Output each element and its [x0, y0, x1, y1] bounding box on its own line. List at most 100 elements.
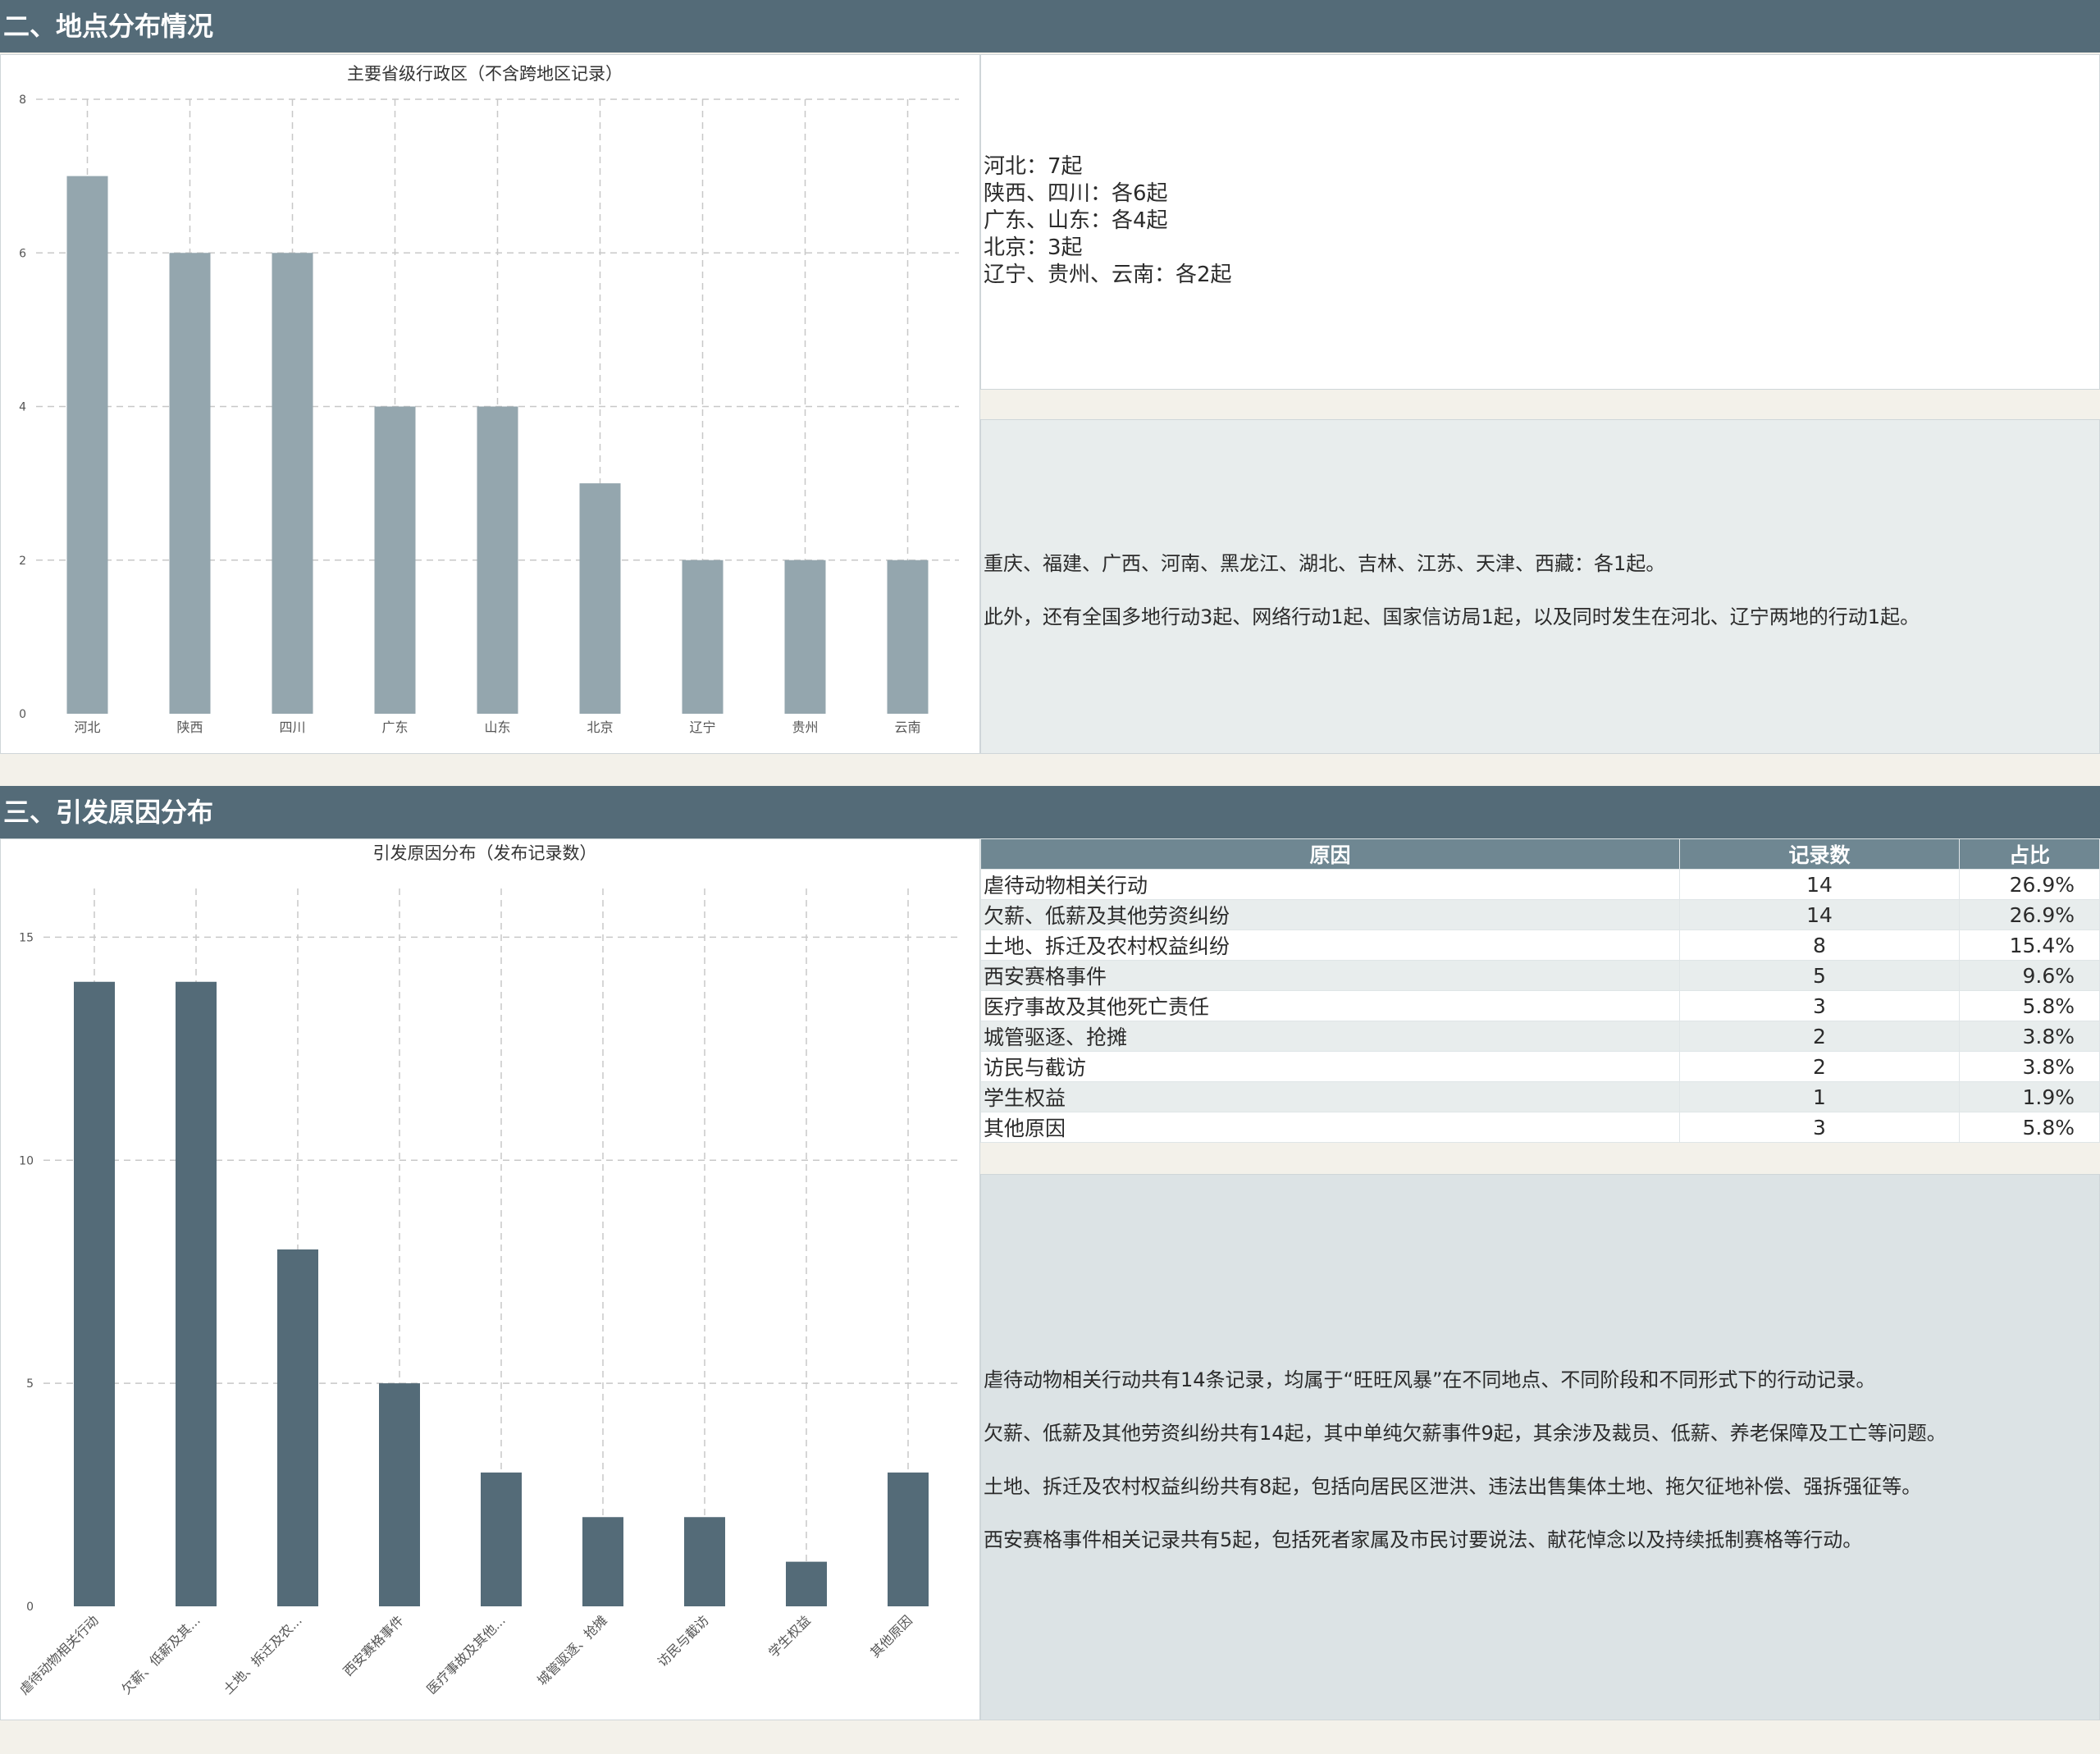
chart-title: 引发原因分布（发布记录数）	[373, 843, 597, 863]
table-row: 虐待动物相关行动 14 26.9%	[980, 869, 2100, 900]
count-cell: 3	[1679, 1112, 1960, 1143]
province-notes-panel: 重庆、福建、广西、河南、黑龙江、湖北、吉林、江苏、天津、西藏：各1起。 此外，还…	[980, 419, 2100, 754]
ratio-cell: 26.9%	[1959, 899, 2100, 930]
y-tick-label: 2	[19, 555, 26, 568]
x-tick-label: 其他原因	[867, 1612, 915, 1660]
cause-cell: 欠薪、低薪及其他劳资纠纷	[980, 899, 1680, 930]
cause-cell: 城管驱逐、抢摊	[980, 1021, 1680, 1052]
table-row: 西安赛格事件 5 9.6%	[980, 960, 2100, 991]
bar	[784, 560, 826, 714]
y-tick-label: 8	[19, 94, 26, 107]
ratio-cell: 5.8%	[1959, 1112, 2100, 1143]
table-row: 城管驱逐、抢摊 2 3.8%	[980, 1021, 2100, 1052]
bar	[272, 253, 313, 714]
section-3-header: 三、引发原因分布	[0, 786, 2100, 838]
province-summary-line: 北京：3起	[984, 235, 1083, 260]
y-tick-label: 10	[19, 1154, 34, 1167]
count-cell: 5	[1679, 960, 1960, 991]
y-tick-label: 6	[19, 247, 26, 260]
table-row: 欠薪、低薪及其他劳资纠纷 14 26.9%	[980, 899, 2100, 930]
cause-cell: 医疗事故及其他死亡责任	[980, 990, 1680, 1021]
cause-cell: 西安赛格事件	[980, 960, 1680, 991]
bar	[169, 253, 211, 714]
table-row: 土地、拆迁及农村权益纠纷 8 15.4%	[980, 930, 2100, 961]
bar	[176, 981, 217, 1606]
x-tick-label: 虐待动物相关行动	[16, 1612, 102, 1697]
y-tick-label: 0	[19, 708, 26, 721]
bar	[66, 176, 108, 714]
cause-table-header-row: 原因 记录数 占比	[980, 838, 2100, 870]
province-summary-line: 河北：7起	[984, 154, 1083, 179]
province-bar-chart: 主要省级行政区（不含跨地区记录） 0 2 4 6 8 河北 陕西 四川 广东 山东 北京 辽宁 贵州 云南	[19, 64, 959, 735]
cause-cell: 学生权益	[980, 1081, 1680, 1112]
bar	[682, 560, 724, 714]
count-cell: 14	[1679, 899, 1960, 930]
province-summary-line: 陕西、四川：各6起	[984, 181, 1168, 206]
ratio-cell: 15.4%	[1959, 930, 2100, 961]
ratio-cell: 9.6%	[1959, 960, 2100, 991]
cause-bar-chart: 引发原因分布（发布记录数） 0 5 10 15 虐待动物相关行动 欠薪、低薪及其... 土地、…	[16, 843, 959, 1697]
col-header-ratio: 占比	[1959, 838, 2100, 870]
bar	[74, 981, 115, 1606]
cause-note: 虐待动物相关行动共有14条记录，均属于“旺旺风暴”在不同地点、不同阶段和不同形式…	[984, 1368, 1876, 1391]
chart-title: 主要省级行政区（不含跨地区记录）	[347, 64, 623, 84]
bar	[379, 1383, 420, 1606]
cause-cell: 土地、拆迁及农村权益纠纷	[980, 930, 1680, 961]
bar	[277, 1249, 318, 1606]
bar	[888, 1472, 929, 1606]
x-tick-label: 北京	[587, 719, 613, 735]
bar	[582, 1517, 623, 1606]
bar	[374, 406, 416, 714]
province-note: 重庆、福建、广西、河南、黑龙江、湖北、吉林、江苏、天津、西藏：各1起。	[984, 552, 1666, 575]
province-summary-panel: 河北：7起 陕西、四川：各6起 广东、山东：各4起 北京：3起 辽宁、贵州、云南…	[980, 54, 2100, 390]
x-tick-label: 医疗事故及其他...	[423, 1612, 508, 1697]
bar	[481, 1472, 522, 1606]
bar	[579, 483, 621, 714]
ratio-cell: 5.8%	[1959, 990, 2100, 1021]
ratio-cell: 1.9%	[1959, 1081, 2100, 1112]
bar	[477, 406, 518, 714]
bar	[786, 1561, 827, 1606]
ratio-cell: 3.8%	[1959, 1021, 2100, 1052]
x-tick-label: 贵州	[792, 719, 818, 735]
cause-cell: 其他原因	[980, 1112, 1680, 1143]
bar	[684, 1517, 725, 1606]
x-tick-label: 欠薪、低薪及其...	[118, 1612, 203, 1697]
table-row: 其他原因 3 5.8%	[980, 1112, 2100, 1143]
x-tick-label: 河北	[74, 719, 100, 735]
x-tick-label: 广东	[381, 719, 408, 735]
x-tick-label: 陕西	[176, 719, 203, 735]
count-cell: 8	[1679, 930, 1960, 961]
x-tick-label: 云南	[894, 719, 920, 735]
cause-cell: 虐待动物相关行动	[980, 869, 1680, 900]
x-tick-label: 四川	[279, 719, 305, 735]
province-summary-line: 辽宁、贵州、云南：各2起	[984, 263, 1232, 287]
count-cell: 2	[1679, 1051, 1960, 1082]
count-cell: 2	[1679, 1021, 1960, 1052]
section-2-header: 二、地点分布情况	[0, 0, 2100, 53]
table-row: 学生权益 1 1.9%	[980, 1081, 2100, 1112]
x-tick-label: 土地、拆迁及农...	[220, 1612, 304, 1697]
y-tick-label: 15	[19, 931, 34, 944]
col-header-count: 记录数	[1679, 838, 1960, 870]
table-row: 医疗事故及其他死亡责任 3 5.8%	[980, 990, 2100, 1021]
cause-note: 欠薪、低薪及其他劳资纠纷共有14起，其中单纯欠薪事件9起，其余涉及裁员、低薪、养…	[984, 1422, 1947, 1445]
province-summary-line: 广东、山东：各4起	[984, 208, 1168, 233]
count-cell: 1	[1679, 1081, 1960, 1112]
y-tick-label: 0	[26, 1601, 34, 1614]
cause-note: 西安赛格事件相关记录共有5起，包括死者家属及市民讨要说法、献花悼念以及持续抵制赛…	[984, 1528, 1863, 1551]
x-tick-label: 学生权益	[765, 1612, 814, 1660]
cause-table: 原因 记录数 占比 虐待动物相关行动 14 26.9% 欠薪、低薪及其他劳资纠纷 14…	[980, 838, 2100, 1143]
province-note: 此外，还有全国多地行动3起、网络行动1起、国家信访局1起，以及同时发生在河北、辽…	[984, 605, 1920, 628]
x-tick-label: 西安赛格事件	[340, 1612, 407, 1679]
y-tick-label: 4	[19, 401, 26, 414]
province-chart-panel: 主要省级行政区（不含跨地区记录） 0 2 4 6 8 河北 陕西 四川 广东 山东 北京 辽宁 贵州 云南	[0, 54, 980, 754]
col-header-cause: 原因	[980, 838, 1680, 870]
y-tick-label: 5	[26, 1377, 34, 1391]
count-cell: 14	[1679, 869, 1960, 900]
ratio-cell: 26.9%	[1959, 869, 2100, 900]
table-row: 访民与截访 2 3.8%	[980, 1051, 2100, 1082]
count-cell: 3	[1679, 990, 1960, 1021]
cause-notes-panel: 虐待动物相关行动共有14条记录，均属于“旺旺风暴”在不同地点、不同阶段和不同形式…	[980, 1174, 2100, 1720]
x-tick-label: 访民与截访	[655, 1612, 712, 1669]
